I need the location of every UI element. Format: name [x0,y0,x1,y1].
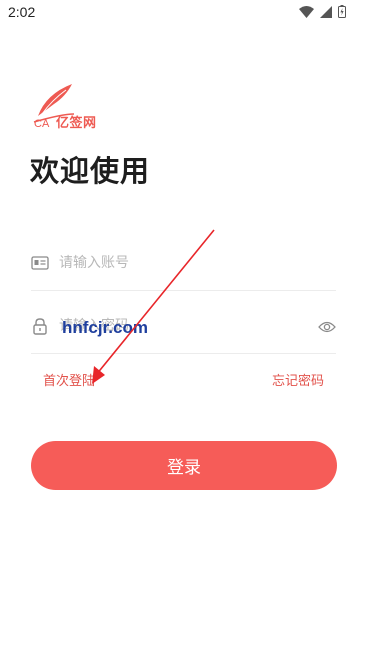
login-button[interactable]: 登录 [31,441,337,490]
password-input[interactable] [59,312,299,340]
first-login-link[interactable]: 首次登陆 [43,370,95,389]
battery-icon [338,5,346,18]
page-title: 欢迎使用 [30,154,151,188]
eye-icon[interactable] [318,320,336,334]
brand-ca-label: CA [34,118,50,130]
brand-name: 亿签网 [56,116,97,131]
forgot-password-link[interactable]: 忘记密码 [272,370,324,389]
lock-icon [33,318,47,335]
password-field [31,296,336,354]
signal-icon [320,5,332,18]
status-bar: 2:02 [0,0,368,26]
account-field [31,233,336,291]
account-input[interactable] [59,249,299,277]
id-card-icon [31,256,49,270]
status-icons [299,5,346,18]
status-time: 2:02 [8,4,36,20]
wifi-icon [299,5,314,18]
